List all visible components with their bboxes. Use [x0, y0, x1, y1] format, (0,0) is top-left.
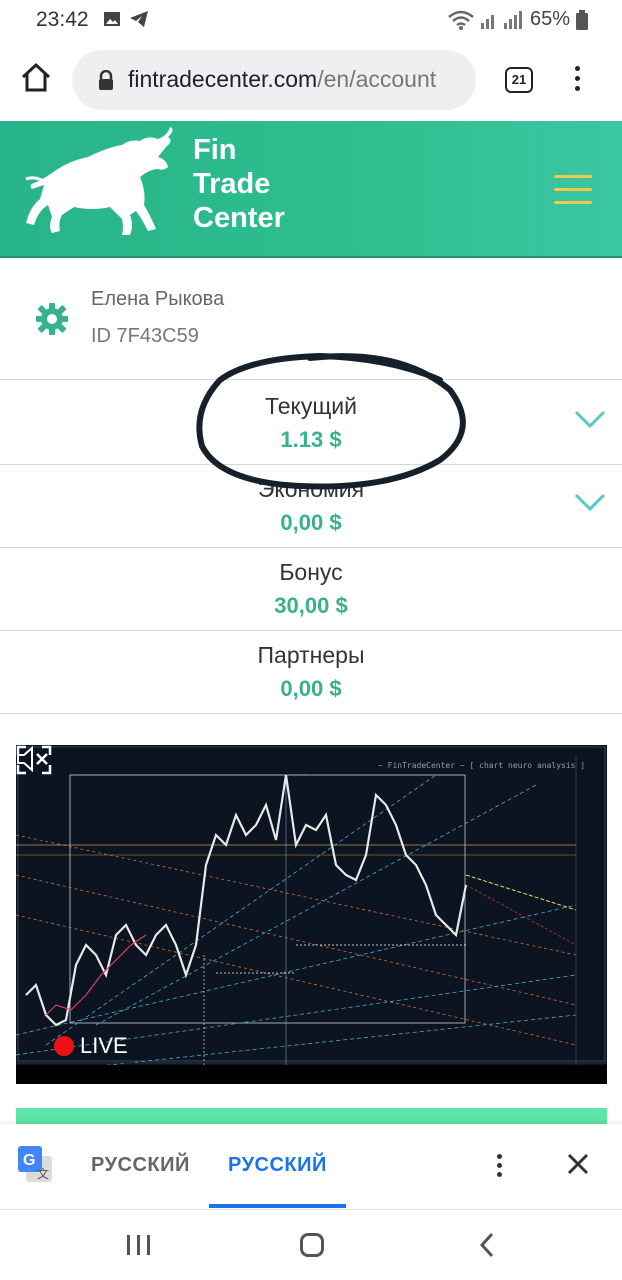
browser-toolbar: fintradecenter.com/en/account 21 — [0, 40, 622, 120]
balance-value: 0,00 $ — [280, 510, 342, 535]
balance-value: 0,00 $ — [280, 676, 342, 701]
live-chart-video[interactable]: ~ FinTradeCenter ~ [ chart neuro analysi… — [16, 745, 607, 1084]
more-options-icon[interactable] — [497, 1154, 503, 1181]
fullscreen-icon[interactable] — [16, 745, 52, 775]
brand-line-1: Fin — [193, 134, 237, 166]
live-label: LIVE — [80, 1033, 128, 1058]
browser-menu-icon[interactable] — [575, 66, 583, 96]
url-path: /en/account — [317, 66, 437, 92]
lock-icon — [99, 70, 113, 90]
address-bar[interactable]: fintradecenter.com/en/account — [72, 50, 476, 110]
image-icon — [104, 12, 120, 26]
user-name: Елена Рыкова — [91, 288, 225, 310]
google-translate-icon[interactable]: G 文 — [18, 1146, 54, 1184]
bull-logo[interactable] — [18, 127, 178, 239]
close-icon[interactable] — [566, 1152, 590, 1176]
url-text: fintradecenter.com/en/account — [128, 66, 468, 93]
translate-bar: G 文 РУССКИЙ РУССКИЙ — [0, 1124, 622, 1210]
back-icon[interactable] — [478, 1232, 496, 1258]
battery-percent: 65% — [529, 8, 570, 30]
home-icon[interactable] — [20, 62, 52, 94]
user-info: Елена Рыкова ID 7F43C59 — [0, 260, 622, 380]
status-time: 23:42 — [36, 8, 89, 31]
live-indicator-icon — [54, 1036, 74, 1056]
telegram-icon — [130, 11, 148, 27]
site-header: Fin Trade Center — [0, 121, 622, 258]
signal-icon — [480, 10, 522, 29]
brand-line-3: Center — [193, 202, 285, 234]
home-nav-icon[interactable] — [300, 1233, 324, 1257]
user-id: ID 7F43C59 — [91, 325, 199, 347]
live-badge: LIVE — [54, 1033, 128, 1059]
wifi-icon — [448, 10, 474, 30]
balance-label: Текущий — [265, 393, 357, 419]
status-bar: 23:42 65% — [0, 0, 622, 40]
brand-name[interactable]: Fin Trade Center — [193, 133, 285, 235]
svg-text:G: G — [23, 1152, 35, 1169]
balance-row-current[interactable]: Текущий 1.13 $ — [0, 381, 622, 465]
active-tab-indicator — [209, 1204, 346, 1208]
balance-row-partners: Партнеры 0,00 $ — [0, 630, 622, 714]
svg-text:文: 文 — [37, 1166, 49, 1181]
action-button-partial[interactable] — [16, 1108, 607, 1124]
balance-row-bonus: Бонус 30,00 $ — [0, 547, 622, 631]
brand-line-2: Trade — [193, 168, 271, 200]
balance-value: 1.13 $ — [280, 427, 342, 452]
url-domain: fintradecenter.com — [128, 66, 318, 92]
tab-target-language[interactable]: РУССКИЙ — [228, 1154, 327, 1177]
gear-icon[interactable] — [35, 302, 69, 336]
balance-value: 30,00 $ — [274, 593, 348, 618]
recents-icon[interactable] — [126, 1234, 152, 1256]
balance-label: Партнеры — [257, 642, 365, 668]
tab-switcher-button[interactable]: 21 — [505, 67, 533, 93]
tab-source-language[interactable]: РУССКИЙ — [91, 1154, 190, 1177]
balance-row-savings[interactable]: Экономия 0,00 $ — [0, 464, 622, 548]
chevron-down-icon[interactable] — [574, 492, 606, 512]
balance-label: Бонус — [279, 559, 343, 585]
chevron-down-icon[interactable] — [574, 409, 606, 429]
chart-watermark: ~ FinTradeCenter ~ [ chart neuro analysi… — [378, 761, 586, 770]
hamburger-menu-icon[interactable] — [554, 175, 592, 214]
system-nav-bar — [0, 1210, 622, 1280]
battery-icon — [576, 9, 588, 30]
balance-label: Экономия — [257, 476, 365, 502]
